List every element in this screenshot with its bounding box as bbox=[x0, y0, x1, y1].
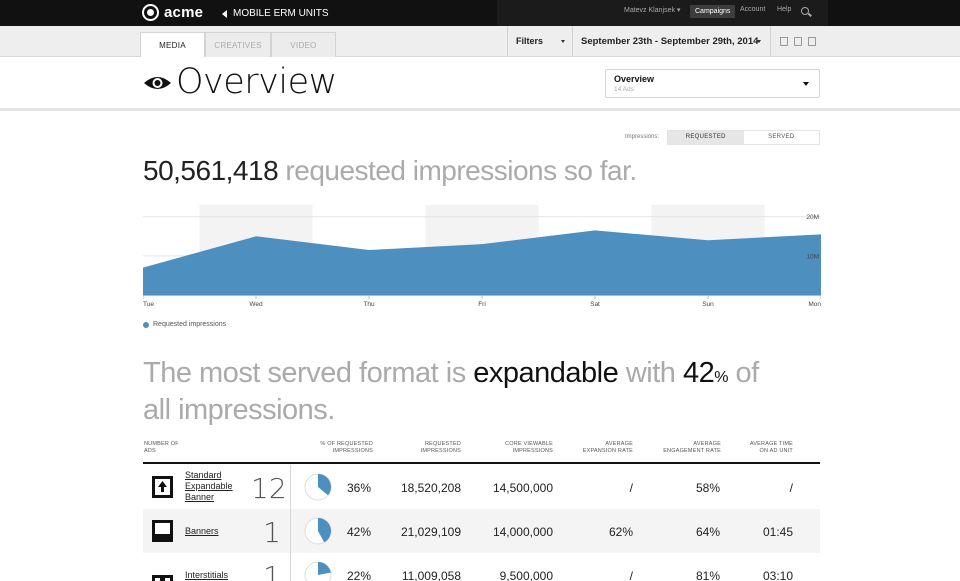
x-tick-label: Sun bbox=[702, 301, 714, 308]
cell-expansion: / bbox=[629, 569, 633, 581]
row-name[interactable]: Standard Expandable Banner bbox=[185, 470, 245, 503]
cell-time: 03:10 bbox=[762, 569, 793, 581]
x-tick-label: Mon bbox=[808, 301, 821, 308]
brand-name: acme bbox=[164, 4, 204, 21]
calendar-icon[interactable] bbox=[808, 37, 816, 46]
expandable-banner-icon bbox=[152, 476, 173, 498]
row-count: 1 bbox=[263, 516, 281, 549]
back-label: MOBILE ERM UNITS bbox=[233, 8, 329, 19]
th-number-of-ads: NUMBER OF ADS bbox=[144, 441, 179, 454]
summary-part2: with bbox=[618, 357, 683, 389]
x-tick-label: Wed bbox=[249, 301, 263, 308]
y-tick-label: 10M bbox=[806, 253, 819, 260]
filters-dropdown[interactable]: Filters bbox=[507, 26, 572, 57]
x-tick-label: Sat bbox=[590, 301, 600, 308]
th-time: AVERAGE TIME ON AD UNIT bbox=[749, 441, 793, 454]
th-viewable: CORE VIEWABLE IMPRESSIONS bbox=[505, 441, 553, 454]
page-title: Overview bbox=[176, 62, 337, 102]
table-row[interactable]: Banners 1 42% 21,029,109 14,000,000 62% … bbox=[143, 509, 820, 553]
user-menu[interactable]: Matevz Klanjsek ▾ bbox=[624, 6, 680, 14]
table-row[interactable]: Interstitials 1 22% 11,009,058 9,500,000… bbox=[143, 553, 820, 581]
cell-pct: 36% bbox=[346, 481, 371, 495]
row-divider bbox=[290, 553, 291, 581]
print-icon[interactable] bbox=[780, 37, 788, 46]
impressions-toggle: REQUESTED SERVED bbox=[667, 130, 820, 145]
table-row[interactable]: Standard Expandable Banner 12 36% 18,520… bbox=[143, 465, 820, 509]
overview-select-label: Overview bbox=[614, 74, 655, 84]
legend-dot-icon bbox=[143, 321, 149, 328]
search-icon[interactable] bbox=[801, 7, 809, 15]
logo[interactable]: acme bbox=[142, 4, 203, 21]
overview-select-sub: 14 Ads bbox=[614, 86, 634, 93]
row-name[interactable]: Banners bbox=[185, 526, 245, 537]
x-tick-label: Thu bbox=[363, 301, 375, 308]
tab-video[interactable]: VIDEO bbox=[271, 32, 336, 57]
row-count: 1 bbox=[263, 560, 281, 581]
cell-requested: 11,009,058 bbox=[401, 569, 461, 581]
banner-icon bbox=[152, 520, 173, 542]
interstitial-icon bbox=[152, 564, 173, 581]
impressions-label: Impressions: bbox=[625, 134, 660, 140]
cell-time: 01:45 bbox=[762, 525, 793, 539]
logo-mark-icon bbox=[142, 4, 159, 21]
cell-viewable: 14,000,000 bbox=[492, 525, 553, 539]
cell-engagement: 64% bbox=[695, 525, 720, 539]
y-tick-label: 20M bbox=[806, 214, 819, 221]
cell-engagement: 58% bbox=[695, 481, 720, 495]
nav-account[interactable]: Account bbox=[740, 6, 765, 13]
impressions-text: requested impressions so far. bbox=[278, 155, 637, 186]
eye-icon bbox=[144, 77, 171, 89]
th-pct-requested: % OF REQUESTED IMPRESSIONS bbox=[320, 441, 373, 454]
date-range-picker[interactable]: September 23th - September 29th, 2014 bbox=[572, 26, 771, 57]
cell-requested: 21,029,109 bbox=[400, 525, 461, 539]
summary-sentence: The most served format is expandable wit… bbox=[143, 357, 793, 427]
th-expansion: AVERAGE EXPANSION RATE bbox=[582, 441, 633, 454]
chevron-left-icon bbox=[222, 9, 227, 18]
cell-viewable: 14,500,000 bbox=[492, 481, 553, 495]
impressions-chart: 10M 20M Tue Wed Thu Fri Sat Sun Mon bbox=[143, 205, 821, 308]
impressions-total: 50,561,418 bbox=[143, 155, 279, 186]
cell-expansion: / bbox=[629, 481, 633, 495]
cell-pct: 42% bbox=[346, 525, 371, 539]
back-link[interactable]: MOBILE ERM UNITS bbox=[222, 8, 329, 19]
x-tick-label: Fri bbox=[478, 301, 486, 308]
impressions-headline: 50,561,418 requested impressions so far. bbox=[143, 155, 637, 187]
nav-campaigns[interactable]: Campaigns bbox=[690, 5, 736, 18]
cell-expansion: 62% bbox=[608, 525, 633, 539]
tab-creatives[interactable]: CREATIVES bbox=[205, 32, 271, 57]
toggle-served[interactable]: SERVED bbox=[744, 131, 820, 144]
row-divider bbox=[290, 509, 291, 553]
x-tick-label: Tue bbox=[143, 301, 154, 308]
chart-legend: Requested impressions bbox=[143, 321, 226, 328]
summary-pct: 42 bbox=[682, 357, 715, 389]
summary-part1: The most served format is bbox=[143, 357, 474, 389]
row-name[interactable]: Interstitials bbox=[185, 570, 245, 581]
th-requested: REQUESTED IMPRESSIONS bbox=[420, 441, 461, 454]
row-count: 12 bbox=[251, 472, 287, 505]
caret-down-icon bbox=[803, 82, 809, 86]
cell-engagement: 81% bbox=[695, 569, 720, 581]
tab-media[interactable]: MEDIA bbox=[140, 32, 205, 58]
summary-format: expandable bbox=[473, 357, 619, 389]
summary-pct-sign: % bbox=[714, 369, 728, 386]
overview-select[interactable]: Overview 14 Ads bbox=[605, 69, 820, 98]
date-range-label: September 23th - September 29th, 2014 bbox=[581, 36, 759, 47]
legend-label: Requested impressions bbox=[153, 321, 227, 328]
row-divider bbox=[290, 465, 291, 509]
cell-requested: 18,520,208 bbox=[400, 481, 461, 495]
th-engagement: AVERAGE ENGAGEMENT RATE bbox=[663, 441, 721, 454]
cell-time: / bbox=[789, 481, 793, 495]
caret-down-icon bbox=[561, 40, 565, 43]
cell-pct: 22% bbox=[346, 569, 371, 581]
toggle-requested[interactable]: REQUESTED bbox=[668, 131, 744, 144]
nav-help[interactable]: Help bbox=[777, 6, 791, 13]
filters-label: Filters bbox=[516, 36, 544, 46]
caret-down-icon bbox=[757, 40, 761, 43]
mail-icon[interactable] bbox=[794, 37, 802, 46]
table-header: NUMBER OF ADS % OF REQUESTED IMPRESSIONS… bbox=[143, 441, 820, 464]
cell-viewable: 9,500,000 bbox=[499, 569, 553, 581]
